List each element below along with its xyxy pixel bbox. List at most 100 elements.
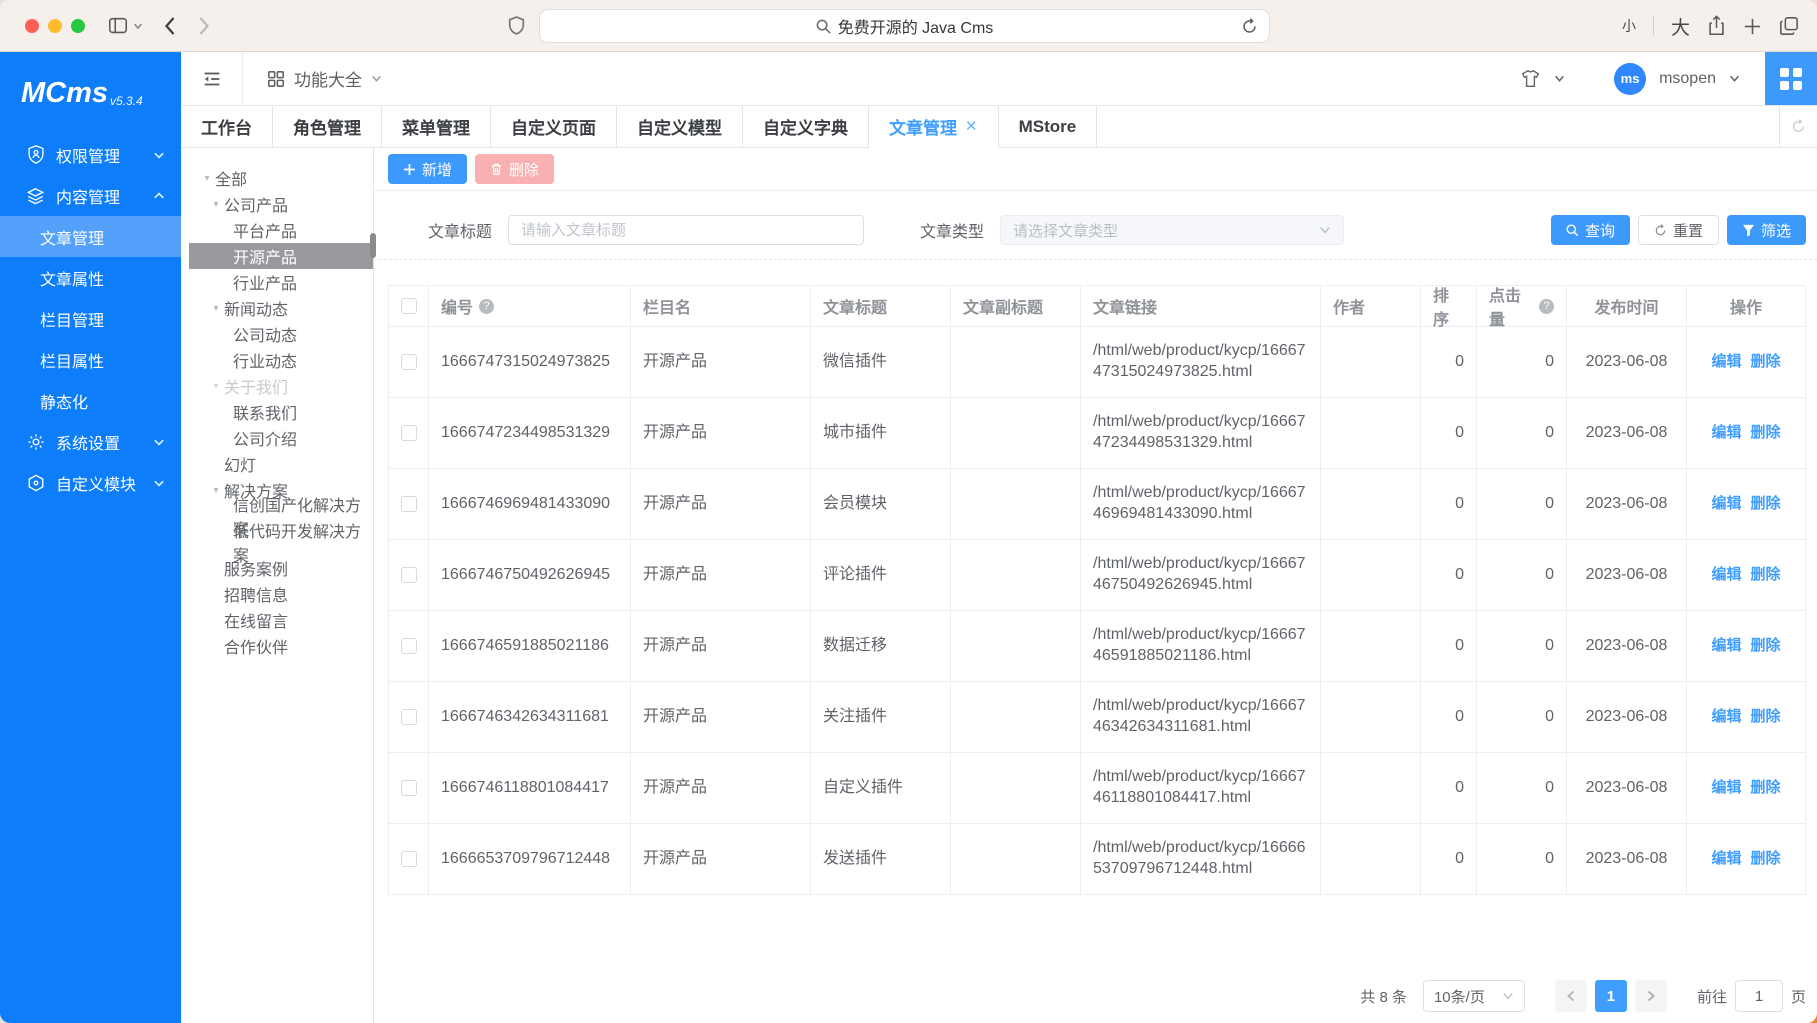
caret-down-icon[interactable]: ▾ — [208, 381, 224, 392]
edit-link[interactable]: 编辑 — [1711, 565, 1741, 585]
tree-node-14[interactable]: 低代码开发解决方案 — [189, 529, 373, 555]
delete-link[interactable]: 删除 — [1751, 778, 1781, 798]
theme-skin-icon[interactable] — [1520, 69, 1541, 88]
forward-button-icon[interactable] — [198, 16, 211, 36]
tab-refresh-icon[interactable] — [1779, 106, 1817, 147]
text-larger-button[interactable]: 大 — [1671, 13, 1690, 40]
row-checkbox[interactable] — [401, 638, 417, 654]
browser-sidebar-toggle-icon[interactable] — [107, 15, 129, 37]
delete-button[interactable]: 删除 — [475, 154, 554, 184]
tree-node-0[interactable]: ▾全部 — [189, 165, 373, 191]
edit-link[interactable]: 编辑 — [1711, 707, 1741, 727]
tree-node-7[interactable]: 行业动态 — [189, 347, 373, 373]
next-page-button[interactable] — [1635, 980, 1667, 1012]
caret-down-icon[interactable]: ▾ — [208, 199, 224, 210]
sidebar-item-1-0[interactable]: 文章管理 — [0, 216, 181, 257]
tree-node-17[interactable]: 在线留言 — [189, 607, 373, 633]
row-checkbox[interactable] — [401, 425, 417, 441]
feature-menu-button[interactable]: 功能大全 — [243, 66, 382, 91]
chevron-down-icon[interactable] — [1729, 73, 1740, 84]
row-checkbox[interactable] — [401, 780, 417, 796]
title-filter-input[interactable] — [508, 215, 864, 245]
select-all-checkbox[interactable] — [401, 298, 417, 314]
goto-page-input[interactable] — [1735, 980, 1783, 1012]
page-size-select[interactable]: 10条/页 — [1423, 980, 1525, 1012]
caret-down-icon[interactable]: ▾ — [199, 173, 215, 184]
user-avatar[interactable]: ms — [1614, 63, 1646, 95]
caret-down-icon[interactable]: ▾ — [208, 303, 224, 314]
add-button[interactable]: 新增 — [388, 154, 467, 184]
reset-button[interactable]: 重置 — [1638, 215, 1719, 245]
page-number-button[interactable]: 1 — [1595, 980, 1627, 1012]
sidebar-item-1-2[interactable]: 栏目管理 — [0, 298, 181, 339]
delete-link[interactable]: 删除 — [1751, 352, 1781, 372]
tree-node-16[interactable]: 招聘信息 — [189, 581, 373, 607]
delete-link[interactable]: 删除 — [1751, 423, 1781, 443]
sidebar-collapse-button[interactable] — [181, 52, 243, 105]
chevron-down-icon[interactable] — [1554, 73, 1565, 84]
row-checkbox[interactable] — [401, 496, 417, 512]
delete-link[interactable]: 删除 — [1751, 565, 1781, 585]
text-smaller-button[interactable]: 小 — [1622, 16, 1636, 36]
tree-node-5[interactable]: ▾新闻动态 — [189, 295, 373, 321]
sidebar-group-0[interactable]: 权限管理 — [0, 134, 181, 175]
prev-page-button[interactable] — [1555, 980, 1587, 1012]
row-checkbox[interactable] — [401, 567, 417, 583]
reload-icon[interactable] — [1241, 18, 1258, 40]
username-label[interactable]: msopen — [1659, 70, 1716, 88]
tree-node-4[interactable]: 行业产品 — [189, 269, 373, 295]
sidebar-item-1-1[interactable]: 文章属性 — [0, 257, 181, 298]
row-checkbox[interactable] — [401, 354, 417, 370]
minimize-window-button[interactable] — [48, 19, 62, 33]
tree-node-3[interactable]: 开源产品 — [189, 243, 373, 269]
edit-link[interactable]: 编辑 — [1711, 352, 1741, 372]
tree-node-10[interactable]: 公司介绍 — [189, 425, 373, 451]
tree-node-11[interactable]: 幻灯 — [189, 451, 373, 477]
delete-link[interactable]: 删除 — [1751, 636, 1781, 656]
panel-splitter-handle[interactable] — [370, 233, 376, 258]
edit-link[interactable]: 编辑 — [1711, 494, 1741, 514]
caret-down-icon[interactable]: ▾ — [208, 485, 224, 496]
edit-link[interactable]: 编辑 — [1711, 423, 1741, 443]
back-button-icon[interactable] — [163, 16, 176, 36]
tab-3[interactable]: 自定义页面 — [491, 106, 617, 147]
tree-node-2[interactable]: 平台产品 — [189, 217, 373, 243]
apps-launcher-button[interactable] — [1765, 52, 1817, 105]
chevron-down-icon[interactable] — [133, 21, 143, 31]
new-tab-icon[interactable] — [1743, 17, 1762, 36]
sidebar-group-2[interactable]: 系统设置 — [0, 421, 181, 462]
tab-overview-icon[interactable] — [1779, 16, 1799, 36]
edit-link[interactable]: 编辑 — [1711, 636, 1741, 656]
tab-2[interactable]: 菜单管理 — [382, 106, 491, 147]
search-button[interactable]: 查询 — [1551, 215, 1630, 245]
tab-7[interactable]: MStore — [999, 106, 1098, 147]
edit-link[interactable]: 编辑 — [1711, 778, 1741, 798]
tree-node-8[interactable]: ▾关于我们 — [189, 373, 373, 399]
sidebar-item-1-4[interactable]: 静态化 — [0, 380, 181, 421]
tree-node-18[interactable]: 合作伙伴 — [189, 633, 373, 659]
edit-link[interactable]: 编辑 — [1711, 849, 1741, 869]
delete-link[interactable]: 删除 — [1751, 707, 1781, 727]
help-icon[interactable]: ? — [479, 299, 494, 314]
sidebar-group-3[interactable]: 自定义模块 — [0, 462, 181, 503]
sidebar-item-1-3[interactable]: 栏目属性 — [0, 339, 181, 380]
zoom-window-button[interactable] — [71, 19, 85, 33]
tab-5[interactable]: 自定义字典 — [743, 106, 869, 147]
tree-node-1[interactable]: ▾公司产品 — [189, 191, 373, 217]
close-window-button[interactable] — [25, 19, 39, 33]
type-filter-select[interactable]: 请选择文章类型 — [1000, 215, 1344, 245]
tree-node-9[interactable]: 联系我们 — [189, 399, 373, 425]
delete-link[interactable]: 删除 — [1751, 849, 1781, 869]
row-checkbox[interactable] — [401, 851, 417, 867]
tab-1[interactable]: 角色管理 — [273, 106, 382, 147]
delete-link[interactable]: 删除 — [1751, 494, 1781, 514]
filter-button[interactable]: 筛选 — [1727, 215, 1806, 245]
tree-node-6[interactable]: 公司动态 — [189, 321, 373, 347]
privacy-shield-icon[interactable] — [508, 15, 525, 41]
close-icon[interactable]: ✕ — [965, 119, 978, 134]
tab-4[interactable]: 自定义模型 — [617, 106, 743, 147]
row-checkbox[interactable] — [401, 709, 417, 725]
sidebar-group-1[interactable]: 内容管理 — [0, 175, 181, 216]
help-icon[interactable]: ? — [1539, 299, 1554, 314]
tab-6[interactable]: 文章管理✕ — [869, 106, 999, 148]
